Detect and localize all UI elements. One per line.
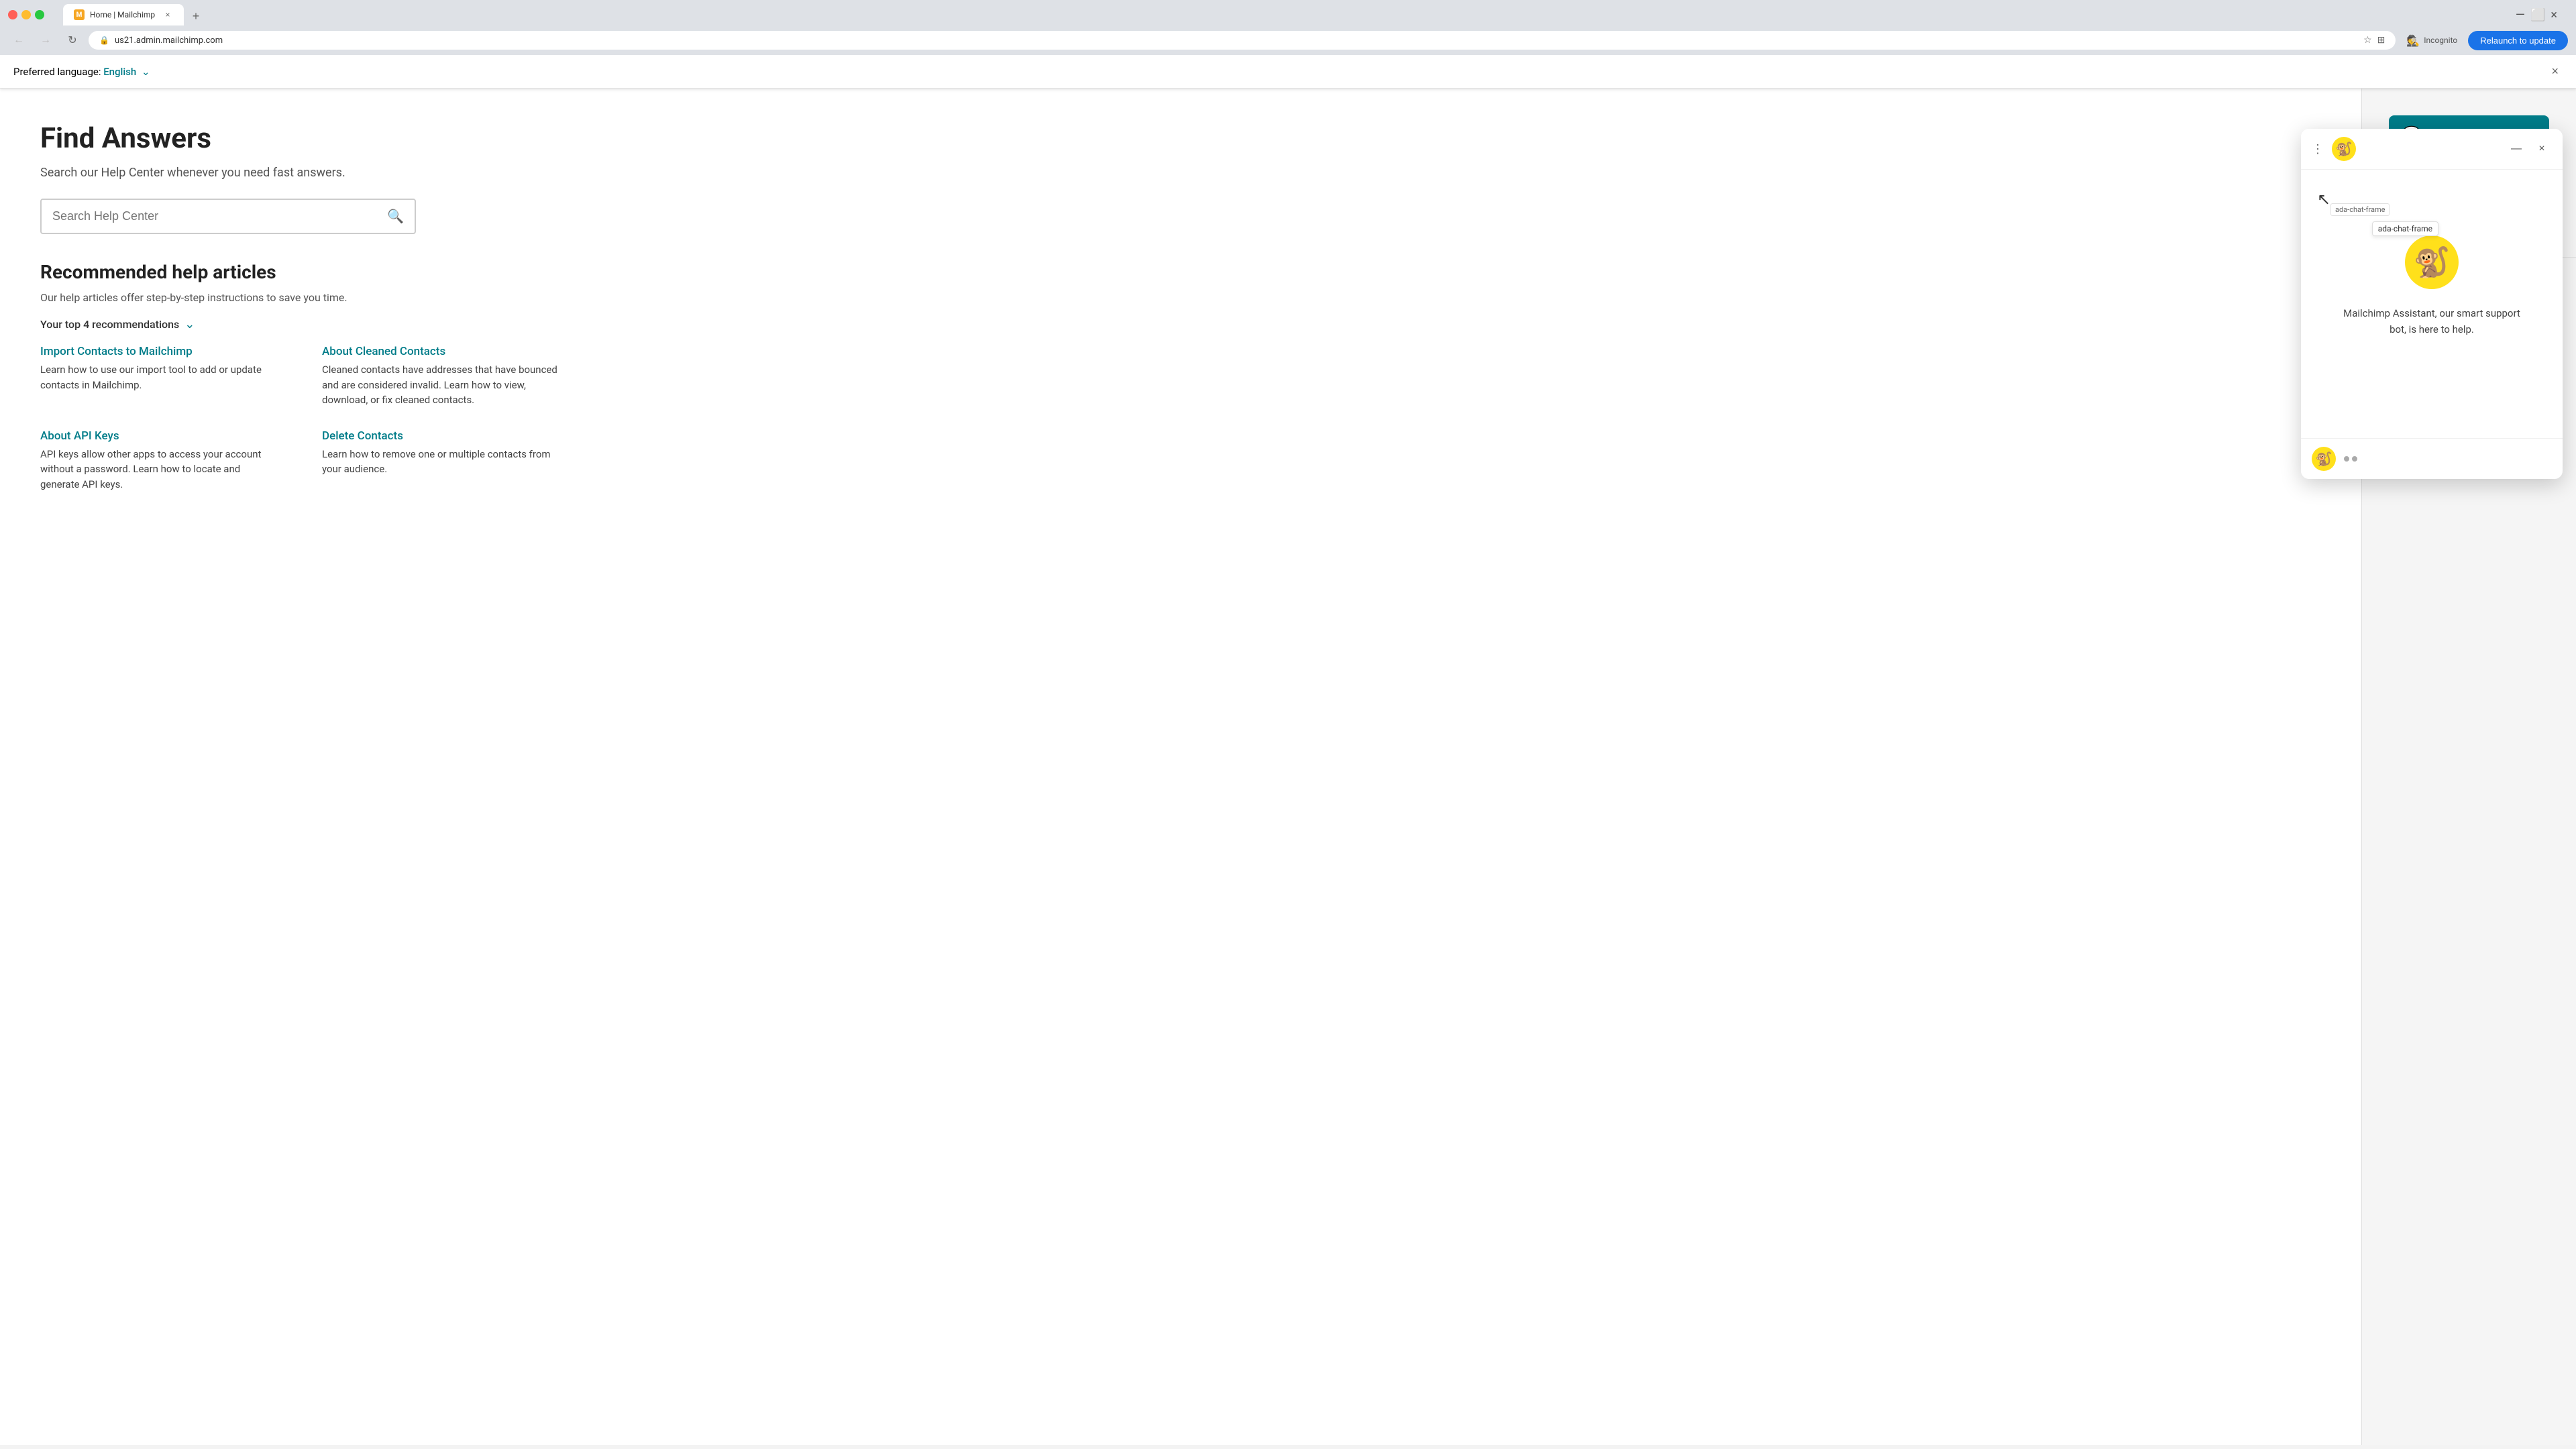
recommendations-toggle[interactable]: Your top 4 recommendations ⌄: [40, 317, 564, 331]
lang-close-btn[interactable]: ×: [2547, 63, 2563, 80]
article-desc-2: Cleaned contacts have addresses that hav…: [322, 362, 564, 408]
address-bar[interactable]: 🔒 us21.admin.mailchimp.com ☆ ⊞: [89, 31, 2396, 50]
tab-title: Home | Mailchimp: [90, 10, 157, 19]
article-desc-3: API keys allow other apps to access your…: [40, 447, 282, 492]
reload-btn[interactable]: ↻: [62, 30, 83, 51]
article-desc-4: Learn how to remove one or multiple cont…: [322, 447, 564, 477]
back-btn[interactable]: ←: [8, 30, 30, 51]
help-subtitle: Search our Help Center whenever you need…: [40, 166, 564, 180]
article-link-2[interactable]: About Cleaned Contacts: [322, 345, 564, 358]
minimize-window-btn[interactable]: −: [21, 10, 31, 19]
article-item-1: Import Contacts to Mailchimp Learn how t…: [40, 345, 282, 408]
close-window-btn[interactable]: ×: [8, 10, 17, 19]
help-main: Find Answers Search our Help Center when…: [0, 89, 604, 519]
chat-menu-btn[interactable]: ⋮: [2312, 142, 2324, 156]
maximize-window-btn[interactable]: +: [35, 10, 44, 19]
restore-chrome-btn[interactable]: ⬜: [2530, 8, 2545, 22]
tab-favicon: M: [74, 9, 85, 20]
new-tab-btn[interactable]: +: [186, 7, 205, 25]
chat-header-actions: — ×: [2506, 139, 2552, 159]
bookmark-icon[interactable]: ☆: [2363, 35, 2372, 46]
ada-chat-frame-label: ada-chat-frame: [2330, 203, 2390, 216]
address-text: us21.admin.mailchimp.com: [115, 36, 2358, 46]
cursor-icon: ↖: [2317, 190, 2330, 209]
close-chrome-btn[interactable]: ×: [2551, 8, 2557, 22]
preferred-language-text: Preferred language:: [13, 66, 101, 78]
articles-grid: Import Contacts to Mailchimp Learn how t…: [40, 345, 564, 492]
article-item-2: About Cleaned Contacts Cleaned contacts …: [322, 345, 564, 408]
tab-close-btn[interactable]: ×: [162, 9, 173, 20]
chat-close-btn[interactable]: ×: [2532, 139, 2552, 159]
ada-tooltip: ada-chat-frame: [2372, 221, 2438, 236]
chat-footer: 🐒: [2301, 438, 2563, 479]
relaunch-btn[interactable]: Relaunch to update: [2468, 31, 2568, 50]
tabs-row: M Home | Mailchimp × +: [55, 4, 213, 25]
chat-avatar-small: 🐒: [2312, 447, 2336, 471]
article-link-1[interactable]: Import Contacts to Mailchimp: [40, 345, 282, 358]
typing-dot-2: [2352, 456, 2357, 462]
chat-widget: ⋮ 🐒 — × ↖ ada-chat-frame 🐒 Mailchimp Ass…: [2301, 129, 2563, 479]
article-desc-1: Learn how to use our import tool to add …: [40, 362, 282, 392]
extensions-area: 🕵 Incognito Relaunch to update: [2401, 31, 2568, 50]
language-chevron-icon: ⌄: [142, 66, 150, 78]
article-link-4[interactable]: Delete Contacts: [322, 429, 564, 443]
typing-dot-1: [2344, 456, 2349, 462]
forward-btn[interactable]: →: [35, 30, 56, 51]
language-banner: Preferred language: English ⌄ ×: [0, 55, 2576, 89]
chat-header: ⋮ 🐒 — ×: [2301, 129, 2563, 170]
mailchimp-avatar: 🐒: [2332, 137, 2356, 161]
chat-body: ↖ ada-chat-frame 🐒 Mailchimp Assistant, …: [2301, 170, 2563, 438]
page-content: Preferred language: English ⌄ × Find Ans…: [0, 55, 2576, 1445]
recommended-section-title: Recommended help articles: [40, 261, 564, 283]
lock-icon: 🔒: [99, 36, 109, 45]
article-item-4: Delete Contacts Learn how to remove one …: [322, 429, 564, 492]
monkey-mascot: 🐒: [2405, 235, 2459, 289]
window-controls: × − +: [8, 10, 44, 19]
search-bar[interactable]: 🔍: [40, 199, 416, 234]
title-bar: × − + M Home | Mailchimp × + — ⬜ ×: [0, 0, 2576, 25]
nav-bar: ← → ↻ 🔒 us21.admin.mailchimp.com ☆ ⊞ 🕵 I…: [0, 25, 2576, 55]
pip-icon[interactable]: ⊞: [2377, 35, 2385, 46]
chat-minimize-btn[interactable]: —: [2506, 139, 2526, 159]
minimize-chrome-btn[interactable]: —: [2516, 8, 2525, 22]
cursor-indicator: ↖ ada-chat-frame: [2317, 190, 2330, 209]
incognito-label: Incognito: [2424, 36, 2457, 45]
chat-intro-text: Mailchimp Assistant, our smart support b…: [2338, 305, 2526, 337]
chat-header-left: ⋮ 🐒: [2312, 137, 2356, 161]
recommendations-label: Your top 4 recommendations: [40, 318, 179, 331]
browser-chrome: × − + M Home | Mailchimp × + — ⬜ × ← → ↻…: [0, 0, 2576, 55]
page-title: Find Answers: [40, 122, 564, 155]
recommended-subtitle: Our help articles offer step-by-step ins…: [40, 291, 564, 304]
search-input[interactable]: [52, 209, 387, 223]
recommendations-chevron-icon: ⌄: [184, 317, 195, 331]
incognito-badge: 🕵 Incognito: [2401, 32, 2463, 50]
search-btn[interactable]: 🔍: [387, 208, 404, 225]
active-tab[interactable]: M Home | Mailchimp ×: [63, 4, 184, 25]
article-item-3: About API Keys API keys allow other apps…: [40, 429, 282, 492]
language-link[interactable]: English: [103, 66, 136, 78]
lang-text-area: Preferred language: English ⌄: [13, 66, 150, 78]
typing-indicator: [2344, 456, 2357, 462]
article-link-3[interactable]: About API Keys: [40, 429, 282, 443]
